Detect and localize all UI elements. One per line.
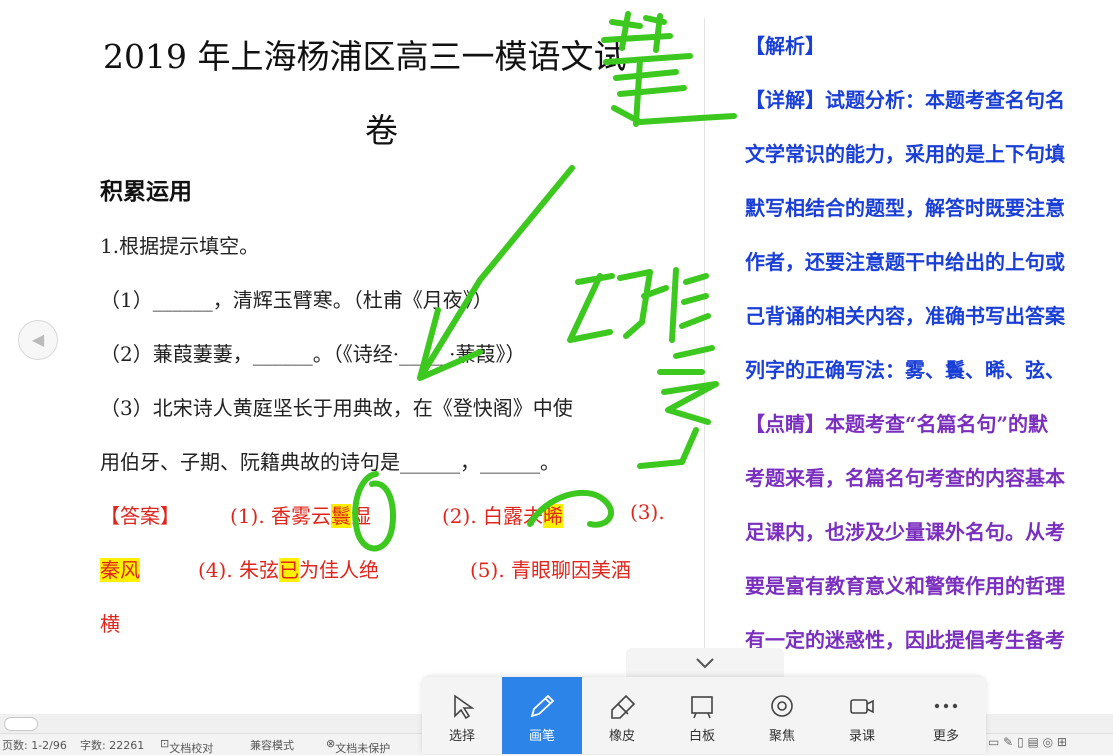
analysis-line-4: 默写相结合的题型，解答时既要注意 (745, 196, 1065, 220)
answer-1-post: 湿 (351, 504, 372, 528)
tool-pen[interactable]: 画笔 (502, 677, 582, 754)
settings-icon[interactable]: ⊞ (1057, 735, 1067, 749)
answer-label: 【答案】 (100, 504, 180, 528)
tool-eraser[interactable]: 橡皮 (582, 677, 662, 754)
section-heading: 积累运用 (100, 179, 192, 205)
page-view-icon[interactable]: ▯ (1017, 735, 1024, 749)
question-1-3a: （3）北宋诗人黄庭坚长于用典故，在《登快阁》中使 (100, 396, 573, 420)
answer-5-cont: 横 (100, 612, 120, 636)
analysis-line-9: 考题来看，名篇名句考查的内容基本 (745, 466, 1065, 490)
analysis-line-1: 【解析】 (745, 34, 825, 58)
answer-3: 秦风 (100, 554, 140, 583)
answer-4-post: 为佳人绝 (299, 558, 380, 582)
analysis-line-7: 列字的正确写法：雾、鬟、晞、弦、 (745, 358, 1065, 382)
focus-icon (771, 695, 793, 717)
annotation-toolbar: 选择 画笔 橡皮 白板 聚焦 录课 更多 (422, 677, 986, 754)
collapse-toolbar-button[interactable] (626, 648, 784, 677)
page-count: 页数: 1-2/96 (2, 739, 67, 752)
record-icon (850, 699, 874, 714)
analysis-line-8: 【点睛】本题考查“名篇名句”的默 (745, 412, 1049, 436)
answer-5: (5). 青眼聊因美酒 (470, 558, 632, 582)
tool-focus-label: 聚焦 (768, 729, 795, 744)
analysis-line-11: 要是富有教育意义和警策作用的哲理 (745, 574, 1065, 598)
answer-4-pre: (4). 朱弦 (198, 558, 280, 582)
outline-icon[interactable]: ▤ (1028, 735, 1039, 749)
prev-page-button[interactable]: ◀ (18, 320, 58, 360)
eraser-icon (611, 694, 636, 719)
document-title-line1: 2019 年上海杨浦区高三一模语文试 (103, 37, 627, 76)
view-mode-icons: ▭ ✎ ▯ ▤ ◎ ⊞ (988, 735, 1067, 749)
document-page-left: 2019 年上海杨浦区高三一模语文试 卷 积累运用 1.根据提示填空。 （1）_… (0, 0, 706, 714)
tool-more[interactable]: 更多 (906, 677, 986, 754)
question-1-3b: 用伯牙、子期、阮籍典故的诗句是______，______。 (100, 450, 560, 474)
answer-3-label: (3). (630, 500, 665, 524)
analysis-line-10: 足课内，也涉及少量课外名句。从考 (745, 520, 1065, 544)
pen-small-icon[interactable]: ✎ (1003, 735, 1013, 749)
question-1: 1.根据提示填空。 (100, 234, 260, 258)
tool-select[interactable]: 选择 (422, 677, 502, 754)
question-1-1: （1）______，清辉玉臂寒。（杜甫《月夜》） (100, 288, 493, 312)
tool-select-label: 选择 (448, 729, 475, 744)
analysis-line-2: 【详解】试题分析：本题考查名句名 (745, 88, 1065, 112)
compat-mode: 兼容模式 (250, 739, 294, 752)
proofread-button[interactable]: ⊡ 文档校对 (160, 737, 213, 755)
tool-focus[interactable]: 聚焦 (742, 677, 822, 754)
tool-record[interactable]: 录课 (822, 677, 902, 754)
answer-4-highlight: 已 (279, 558, 300, 582)
analysis-line-5: 作者，还要注意题干中给出的上句或 (745, 250, 1065, 274)
analysis-line-12: 有一定的迷惑性，因此提倡考生备考 (745, 628, 1065, 652)
tool-whiteboard[interactable]: 白板 (662, 677, 742, 754)
question-1-2: （2）蒹葭萋萋，______。（《诗经·_____·蒹葭》） (100, 342, 526, 366)
whiteboard-icon (691, 696, 713, 719)
tool-pen-label: 画笔 (528, 729, 555, 744)
answer-1: (1). 香雾云鬟湿 (230, 500, 371, 529)
more-icon (934, 703, 958, 709)
protect-status[interactable]: ⊗ 文档未保护 (326, 737, 390, 755)
answer-1-highlight: 鬟 (331, 504, 352, 528)
tool-whiteboard-label: 白板 (688, 729, 715, 744)
analysis-line-6: 己背诵的相关内容，准确书写出答案 (745, 304, 1065, 328)
answer-2-highlight: 晞 (543, 504, 564, 528)
globe-icon[interactable]: ◎ (1043, 735, 1053, 749)
analysis-line-3: 文学常识的能力，采用的是上下句填 (745, 142, 1065, 166)
document-title-line2: 卷 (365, 111, 398, 150)
answer-1-pre: (1). 香雾云 (230, 504, 332, 528)
answer-4: (4). 朱弦已为佳人绝 (198, 554, 379, 583)
answer-2-pre: (2). 白露未 (442, 504, 544, 528)
chevron-down-icon (696, 658, 714, 669)
cursor-icon (454, 694, 475, 719)
word-count[interactable]: 字数: 22261 (80, 737, 144, 753)
answer-2: (2). 白露未晞 (442, 500, 564, 529)
tool-eraser-label: 橡皮 (608, 729, 635, 744)
scrollbar-thumb[interactable] (4, 717, 38, 731)
answer-3-highlight: 秦风 (100, 558, 140, 582)
view-icon[interactable]: ▭ (988, 735, 999, 749)
page-divider (704, 18, 705, 718)
pen-icon (530, 694, 555, 718)
tool-record-label: 录课 (848, 729, 875, 744)
tool-more-label: 更多 (932, 729, 959, 744)
